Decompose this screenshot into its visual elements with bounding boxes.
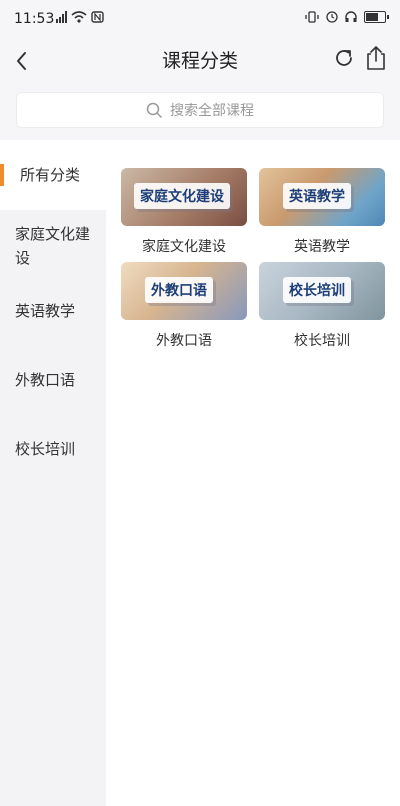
battery-icon [364, 11, 389, 23]
nfc-icon [91, 11, 104, 23]
wifi-icon [71, 11, 87, 23]
sidebar-item-principal-training[interactable]: 校长培训 [0, 436, 106, 468]
status-time: 11:53 [14, 11, 55, 27]
share-icon[interactable] [364, 45, 388, 71]
course-thumbnail: 外教口语 [121, 262, 247, 320]
course-grid: 家庭文化建设 家庭文化建设 英语教学 英语教学 外教口语 外教口语 校长培训 校… [106, 140, 400, 806]
sidebar-item-label: 家庭文化建设 [15, 225, 91, 267]
signal-icon [56, 11, 67, 23]
course-thumbnail-title: 校长培训 [283, 277, 351, 303]
category-sidebar: 所有分类 家庭文化建设 英语教学 外教口语 校长培训 [0, 140, 106, 806]
course-label: 家庭文化建设 [142, 239, 226, 255]
course-card-principal-training[interactable]: 校长培训 校长培训 [259, 262, 385, 352]
sidebar-item-label: 英语教学 [15, 302, 76, 320]
course-thumbnail: 家庭文化建设 [121, 168, 247, 226]
sidebar-item-foreign-oral[interactable]: 外教口语 [0, 367, 106, 399]
course-label: 英语教学 [294, 239, 350, 255]
refresh-icon[interactable] [332, 46, 356, 70]
sidebar-item-label: 外教口语 [15, 371, 76, 389]
search-input[interactable]: 搜索全部课程 [16, 92, 384, 128]
course-thumbnail: 校长培训 [259, 262, 385, 320]
nav-bar: 课程分类 [0, 40, 400, 82]
course-card-family-culture[interactable]: 家庭文化建设 家庭文化建设 [121, 168, 247, 258]
search-placeholder: 搜索全部课程 [170, 103, 254, 119]
vibrate-icon [305, 11, 319, 23]
status-left-icons [56, 11, 104, 23]
headphones-icon [345, 11, 357, 22]
sidebar-item-family-culture[interactable]: 家庭文化建设 [0, 222, 106, 270]
sidebar-item-label: 校长培训 [15, 440, 76, 458]
course-thumbnail-title: 外教口语 [145, 277, 213, 303]
course-thumbnail: 英语教学 [259, 168, 385, 226]
search-icon [146, 102, 162, 118]
alarm-icon [326, 11, 338, 23]
course-thumbnail-title: 英语教学 [283, 183, 351, 209]
sidebar-item-label: 所有分类 [20, 166, 81, 184]
sidebar-item-all[interactable]: 所有分类 [0, 140, 106, 210]
status-bar: 11:53 [0, 0, 400, 40]
sidebar-item-english-teaching[interactable]: 英语教学 [0, 298, 106, 330]
course-thumbnail-title: 家庭文化建设 [134, 183, 230, 209]
course-card-english-teaching[interactable]: 英语教学 英语教学 [259, 168, 385, 258]
search-area: 搜索全部课程 [0, 82, 400, 140]
course-label: 校长培训 [294, 333, 350, 349]
status-right-icons [305, 11, 389, 23]
course-label: 外教口语 [156, 333, 212, 349]
course-card-foreign-oral[interactable]: 外教口语 外教口语 [121, 262, 247, 352]
